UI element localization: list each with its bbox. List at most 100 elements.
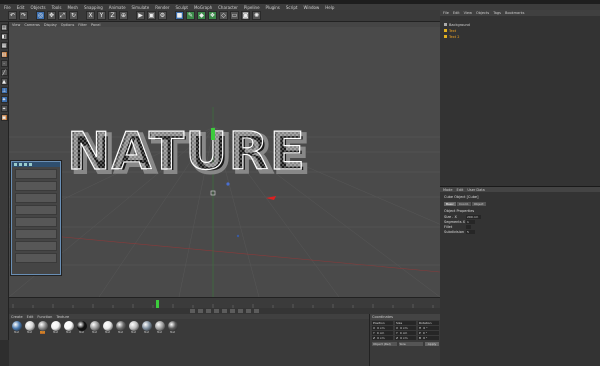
menu-item-sculpt[interactable]: Sculpt	[175, 5, 188, 10]
material-swatch[interactable]: Mat	[102, 321, 113, 334]
snap-icon[interactable]: ⌖	[0, 105, 8, 112]
palette-slot[interactable]	[15, 241, 57, 251]
attr-tab-coord[interactable]: Coord.	[456, 202, 471, 206]
menu-item-mesh[interactable]: Mesh	[67, 5, 78, 10]
menu-item-objects[interactable]: Objects	[30, 5, 45, 10]
live-selection-icon[interactable]: ◎	[36, 11, 45, 20]
material-swatch[interactable]: Mat	[89, 321, 100, 334]
material-swatch[interactable]: Mat	[37, 321, 48, 334]
redo-icon[interactable]: ↷	[19, 11, 28, 20]
mat-menu-create[interactable]: Create	[11, 315, 23, 319]
locked-workplane-icon[interactable]: ▣	[0, 114, 8, 121]
coord-field[interactable]: Y0 cm	[372, 331, 393, 335]
coord-size-select[interactable]: Size	[398, 342, 423, 346]
subdivision-icon[interactable]: ◆	[197, 11, 206, 20]
coord-field[interactable]: Z0 cm	[372, 336, 393, 340]
menu-item-snapping[interactable]: Snapping	[84, 5, 103, 10]
mat-menu-texture[interactable]: Texture	[56, 315, 69, 319]
deformer-icon[interactable]: ◇	[219, 11, 228, 20]
material-swatch[interactable]: Mat	[167, 321, 178, 334]
object-row[interactable]: Text	[444, 28, 456, 33]
3d-viewport[interactable]: NATURE NATURE	[9, 27, 440, 297]
menu-item-mograph[interactable]: MoGraph	[194, 5, 212, 10]
menu-item-tools[interactable]: Tools	[52, 5, 62, 10]
coord-field[interactable]: X0 cm	[395, 326, 416, 330]
palette-slot[interactable]	[15, 181, 57, 191]
move-tool-icon[interactable]: ✥	[47, 11, 56, 20]
render-settings-icon[interactable]: ⚙	[158, 11, 167, 20]
menu-item-edit[interactable]: Edit	[17, 5, 25, 10]
coord-mode-select[interactable]: Object (Rel)	[372, 342, 397, 346]
material-swatch[interactable]: Mat	[115, 321, 126, 334]
texture-mode-icon[interactable]: ▦	[0, 42, 8, 49]
coord-field[interactable]: X0 cm	[372, 326, 393, 330]
obj-menu-objects[interactable]: Objects	[476, 11, 489, 15]
segments-x-field[interactable]: 1	[466, 220, 475, 224]
next-key-icon[interactable]	[230, 309, 235, 313]
obj-menu-edit[interactable]: Edit	[453, 11, 460, 15]
attr-menu-userdata[interactable]: User Data	[467, 188, 484, 192]
edges-mode-icon[interactable]: ╱	[0, 69, 8, 76]
coord-field[interactable]: P0 °	[418, 331, 439, 335]
palette-header[interactable]	[12, 162, 60, 167]
light-icon[interactable]: ✺	[252, 11, 261, 20]
menu-item-script[interactable]: Script	[286, 5, 298, 10]
viewport-menu-cameras[interactable]: Cameras	[24, 23, 40, 27]
model-mode-icon[interactable]: ◧	[0, 33, 8, 40]
material-swatch[interactable]: Mat	[24, 321, 35, 334]
viewport-menu-view[interactable]: View	[12, 23, 20, 27]
size-x-field[interactable]: 200 cm	[466, 215, 481, 219]
menu-item-pipeline[interactable]: Pipeline	[244, 5, 260, 10]
material-swatch[interactable]: Mat	[11, 321, 22, 334]
floating-palette[interactable]	[11, 161, 61, 275]
z-axis-icon[interactable]: Z	[108, 11, 117, 20]
obj-menu-tags[interactable]: Tags	[493, 11, 501, 15]
fillet-checkbox[interactable]	[466, 225, 471, 229]
object-row[interactable]: Background	[444, 22, 470, 27]
tweak-mode-icon[interactable]: ✦	[0, 96, 8, 103]
palette-slot[interactable]	[15, 169, 57, 179]
render-view-icon[interactable]: ▶	[136, 11, 145, 20]
menu-item-animate[interactable]: Animate	[109, 5, 126, 10]
render-picture-viewer-icon[interactable]: ▣	[147, 11, 156, 20]
material-swatch[interactable]: Mat	[154, 321, 165, 334]
goto-start-icon[interactable]	[190, 309, 195, 313]
floor-icon[interactable]: ▭	[230, 11, 239, 20]
palette-slot[interactable]	[15, 217, 57, 227]
obj-menu-bookmarks[interactable]: Bookmarks	[505, 11, 525, 15]
coord-field[interactable]: H0 °	[418, 326, 439, 330]
coord-field[interactable]: Z0 cm	[395, 336, 416, 340]
viewport-menu-display[interactable]: Display	[44, 23, 57, 27]
material-swatch[interactable]: Mat	[50, 321, 61, 334]
material-swatch[interactable]: Mat	[141, 321, 152, 334]
undo-icon[interactable]: ↶	[8, 11, 17, 20]
y-axis-icon[interactable]: Y	[97, 11, 106, 20]
polygons-mode-icon[interactable]: ▲	[0, 78, 8, 85]
rotate-tool-icon[interactable]: ↻	[69, 11, 78, 20]
workplane-icon[interactable]: ▧	[0, 51, 8, 58]
record-icon[interactable]	[246, 309, 251, 313]
palette-slot[interactable]	[15, 229, 57, 239]
mat-menu-edit[interactable]: Edit	[27, 315, 34, 319]
mat-menu-function[interactable]: Function	[37, 315, 52, 319]
attr-menu-mode[interactable]: Mode	[443, 188, 453, 192]
palette-slot[interactable]	[15, 193, 57, 203]
prev-frame-icon[interactable]	[206, 309, 211, 313]
obj-menu-file[interactable]: File	[443, 11, 449, 15]
autokey-icon[interactable]	[254, 309, 259, 313]
attr-tab-basic[interactable]: Basic	[444, 202, 456, 206]
world-coords-icon[interactable]: ⊕	[119, 11, 128, 20]
array-icon[interactable]: ❖	[208, 11, 217, 20]
menu-item-window[interactable]: Window	[303, 5, 319, 10]
attr-tab-object[interactable]: Object	[471, 202, 486, 206]
goto-end-icon[interactable]	[238, 309, 243, 313]
material-swatch[interactable]: Mat	[128, 321, 139, 334]
material-swatch[interactable]: Mat	[63, 321, 74, 334]
palette-slot[interactable]	[15, 205, 57, 215]
subdivision-field[interactable]: 5	[466, 230, 475, 234]
attr-menu-edit[interactable]: Edit	[457, 188, 464, 192]
obj-menu-view[interactable]: View	[464, 11, 472, 15]
pen-spline-icon[interactable]: ✎	[186, 11, 195, 20]
axis-mode-icon[interactable]: ⊥	[0, 87, 8, 94]
menu-item-simulate[interactable]: Simulate	[132, 5, 150, 10]
